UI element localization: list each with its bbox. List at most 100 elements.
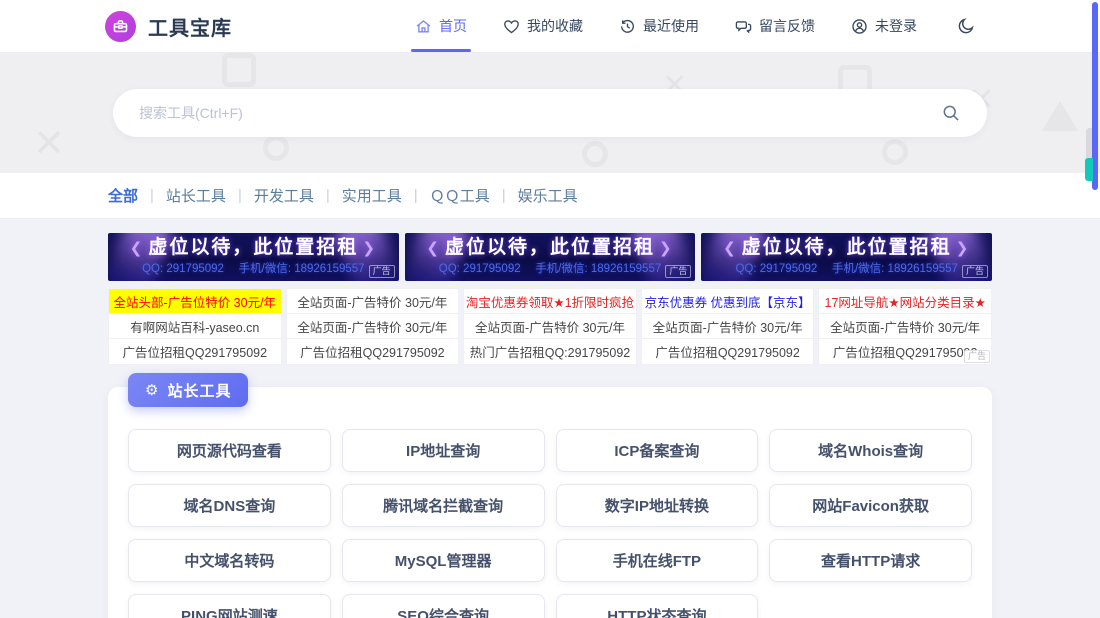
ad-column: 全站页面-广告特价 30元/年 全站页面-广告特价 30元/年 广告位招租QQ2… (286, 288, 460, 365)
nav-label: 留言反馈 (759, 16, 815, 36)
banner-contact: QQ: 291795092 手机/微信: 18926159557 (735, 260, 957, 276)
nav-item-feedback[interactable]: 留言反馈 (735, 0, 815, 52)
user-icon (851, 18, 868, 35)
theme-toggle[interactable] (957, 17, 975, 35)
tab-all[interactable]: 全部 (108, 185, 138, 206)
tool-button[interactable]: MySQL管理器 (342, 539, 545, 582)
banner-title: ❮虚位以待，此位置招租❯ (126, 238, 381, 259)
decor-circle-icon (582, 141, 608, 167)
ad-link[interactable]: 全站页面-广告特价 30元/年 (287, 289, 459, 314)
decor-x-icon: ✕ (33, 125, 65, 163)
tool-button[interactable]: 腾讯域名拦截查询 (342, 484, 545, 527)
decor-circle-icon (263, 135, 289, 161)
ad-column: 全站头部-广告位特价 30元/年 有啊网站百科-yaseo.cn 广告位招租QQ… (108, 288, 282, 365)
tool-button[interactable]: 中文域名转码 (128, 539, 331, 582)
banner-title: ❮虚位以待，此位置招租❯ (422, 238, 677, 259)
ad-link[interactable]: 全站页面-广告特价 30元/年 (464, 314, 636, 339)
tab-separator: | (502, 187, 506, 204)
nav-label: 首页 (439, 16, 467, 36)
moon-icon (957, 17, 975, 35)
ad-link[interactable]: 淘宝优惠券领取★1折限时疯抢 (464, 289, 636, 314)
tool-button[interactable]: 域名DNS查询 (128, 484, 331, 527)
section-badge[interactable]: ⚙ 站长工具 (128, 373, 248, 407)
search-input[interactable] (139, 105, 941, 121)
ad-banner[interactable]: ❮虚位以待，此位置招租❯ QQ: 291795092 手机/微信: 189261… (701, 233, 992, 281)
logo[interactable]: 工具宝库 (105, 11, 232, 42)
tab-webmaster-tools[interactable]: 站长工具 (166, 185, 226, 206)
hero-section: ✕ ✕ ✕ (0, 53, 1100, 173)
ad-tag-badge: 广告 (665, 265, 691, 278)
header: 工具宝库 首页 我的收藏 最近使用 留言反馈 (0, 0, 1100, 53)
ad-banner-row: ❮虚位以待，此位置招租❯ QQ: 291795092 手机/微信: 189261… (108, 233, 992, 281)
briefcase-icon (105, 11, 136, 42)
ad-link[interactable]: 全站页面-广告特价 30元/年 (287, 314, 459, 339)
history-icon (619, 18, 636, 35)
tool-button[interactable]: 查看HTTP请求 (769, 539, 972, 582)
tool-grid: 网页源代码查看 IP地址查询 ICP备案查询 域名Whois查询 域名DNS查询… (128, 429, 972, 618)
ad-link[interactable]: 广告位招租QQ291795092 (642, 339, 814, 364)
category-tabs: 全部 | 站长工具 | 开发工具 | 实用工具 | ＱＱ工具 | 娱乐工具 (0, 173, 1100, 219)
tab-qq-tools[interactable]: ＱＱ工具 (430, 185, 490, 206)
ad-column: 京东优惠券 优惠到底【京东】 全站页面-广告特价 30元/年 广告位招租QQ29… (641, 288, 815, 365)
ad-link[interactable]: 广告位招租QQ291795092 (287, 339, 459, 364)
tool-button[interactable]: ICP备案查询 (556, 429, 759, 472)
tool-button[interactable]: SEO综合查询 (342, 594, 545, 618)
banner-title: ❮虚位以待，此位置招租❯ (719, 238, 974, 259)
ad-tag-badge: 广告 (962, 265, 988, 278)
tool-button[interactable]: HTTP状态查询 (556, 594, 759, 618)
tab-separator: | (238, 187, 242, 204)
ad-tag-badge: 广告 (369, 265, 395, 278)
webmaster-tools-section: ⚙ 站长工具 网页源代码查看 IP地址查询 ICP备案查询 域名Whois查询 … (108, 387, 992, 618)
tab-separator: | (414, 187, 418, 204)
ad-link[interactable]: 京东优惠券 优惠到底【京东】 (642, 289, 814, 314)
nav-item-recent[interactable]: 最近使用 (619, 0, 699, 52)
decor-triangle-icon (1042, 101, 1078, 131)
tool-button[interactable]: 网站Favicon获取 (769, 484, 972, 527)
decor-square-icon (222, 53, 256, 87)
tool-button[interactable]: 手机在线FTP (556, 539, 759, 582)
feedback-icon (735, 18, 752, 35)
decor-circle-icon (882, 139, 908, 165)
nav-label: 未登录 (875, 16, 917, 36)
floating-widget-teal[interactable] (1085, 158, 1093, 181)
site-title: 工具宝库 (148, 12, 232, 41)
tool-button[interactable]: 域名Whois查询 (769, 429, 972, 472)
active-underline (411, 49, 471, 52)
main-nav: 首页 我的收藏 最近使用 留言反馈 未登录 (415, 0, 975, 52)
ad-link[interactable]: 广告位招租QQ291795092 (109, 339, 281, 364)
banner-contact: QQ: 291795092 手机/微信: 18926159557 (142, 260, 364, 276)
gear-icon: ⚙ (145, 381, 159, 399)
banner-contact: QQ: 291795092 手机/微信: 18926159557 (439, 260, 661, 276)
tab-utility-tools[interactable]: 实用工具 (342, 185, 402, 206)
ad-link[interactable]: 热门广告招租QQ:291795092 (464, 339, 636, 364)
main-content: ❮虚位以待，此位置招租❯ QQ: 291795092 手机/微信: 189261… (0, 219, 1100, 618)
nav-item-favorites[interactable]: 我的收藏 (503, 0, 583, 52)
ad-banner[interactable]: ❮虚位以待，此位置招租❯ QQ: 291795092 手机/微信: 189261… (108, 233, 399, 281)
nav-label: 最近使用 (643, 16, 699, 36)
tool-button[interactable]: 数字IP地址转换 (556, 484, 759, 527)
ad-link[interactable]: 全站页面-广告特价 30元/年 (642, 314, 814, 339)
ad-link[interactable]: 全站页面-广告特价 30元/年 (819, 314, 991, 339)
heart-icon (503, 18, 520, 35)
ad-link[interactable]: 17网址导航★网站分类目录★ (819, 289, 991, 314)
ad-link[interactable]: 有啊网站百科-yaseo.cn (109, 314, 281, 339)
ad-column: 淘宝优惠券领取★1折限时疯抢 全站页面-广告特价 30元/年 热门广告招租QQ:… (463, 288, 637, 365)
ad-banner[interactable]: ❮虚位以待，此位置招租❯ QQ: 291795092 手机/微信: 189261… (405, 233, 696, 281)
ad-link[interactable]: 全站头部-广告位特价 30元/年 (109, 289, 281, 314)
tab-entertainment-tools[interactable]: 娱乐工具 (518, 185, 578, 206)
tools-card: 网页源代码查看 IP地址查询 ICP备案查询 域名Whois查询 域名DNS查询… (108, 387, 992, 618)
nav-label: 我的收藏 (527, 16, 583, 36)
section-title: 站长工具 (167, 380, 231, 401)
home-icon (415, 18, 432, 35)
nav-item-login[interactable]: 未登录 (851, 0, 917, 52)
nav-item-home[interactable]: 首页 (415, 0, 467, 52)
tool-button[interactable]: PING网站测速 (128, 594, 331, 618)
search-icon[interactable] (941, 103, 961, 123)
tab-dev-tools[interactable]: 开发工具 (254, 185, 314, 206)
ad-links-table: 全站头部-广告位特价 30元/年 有啊网站百科-yaseo.cn 广告位招租QQ… (108, 288, 992, 365)
ad-tag-badge: 广告 (964, 350, 990, 363)
tool-button[interactable]: IP地址查询 (342, 429, 545, 472)
tool-button[interactable]: 网页源代码查看 (128, 429, 331, 472)
tab-separator: | (150, 187, 154, 204)
tab-separator: | (326, 187, 330, 204)
